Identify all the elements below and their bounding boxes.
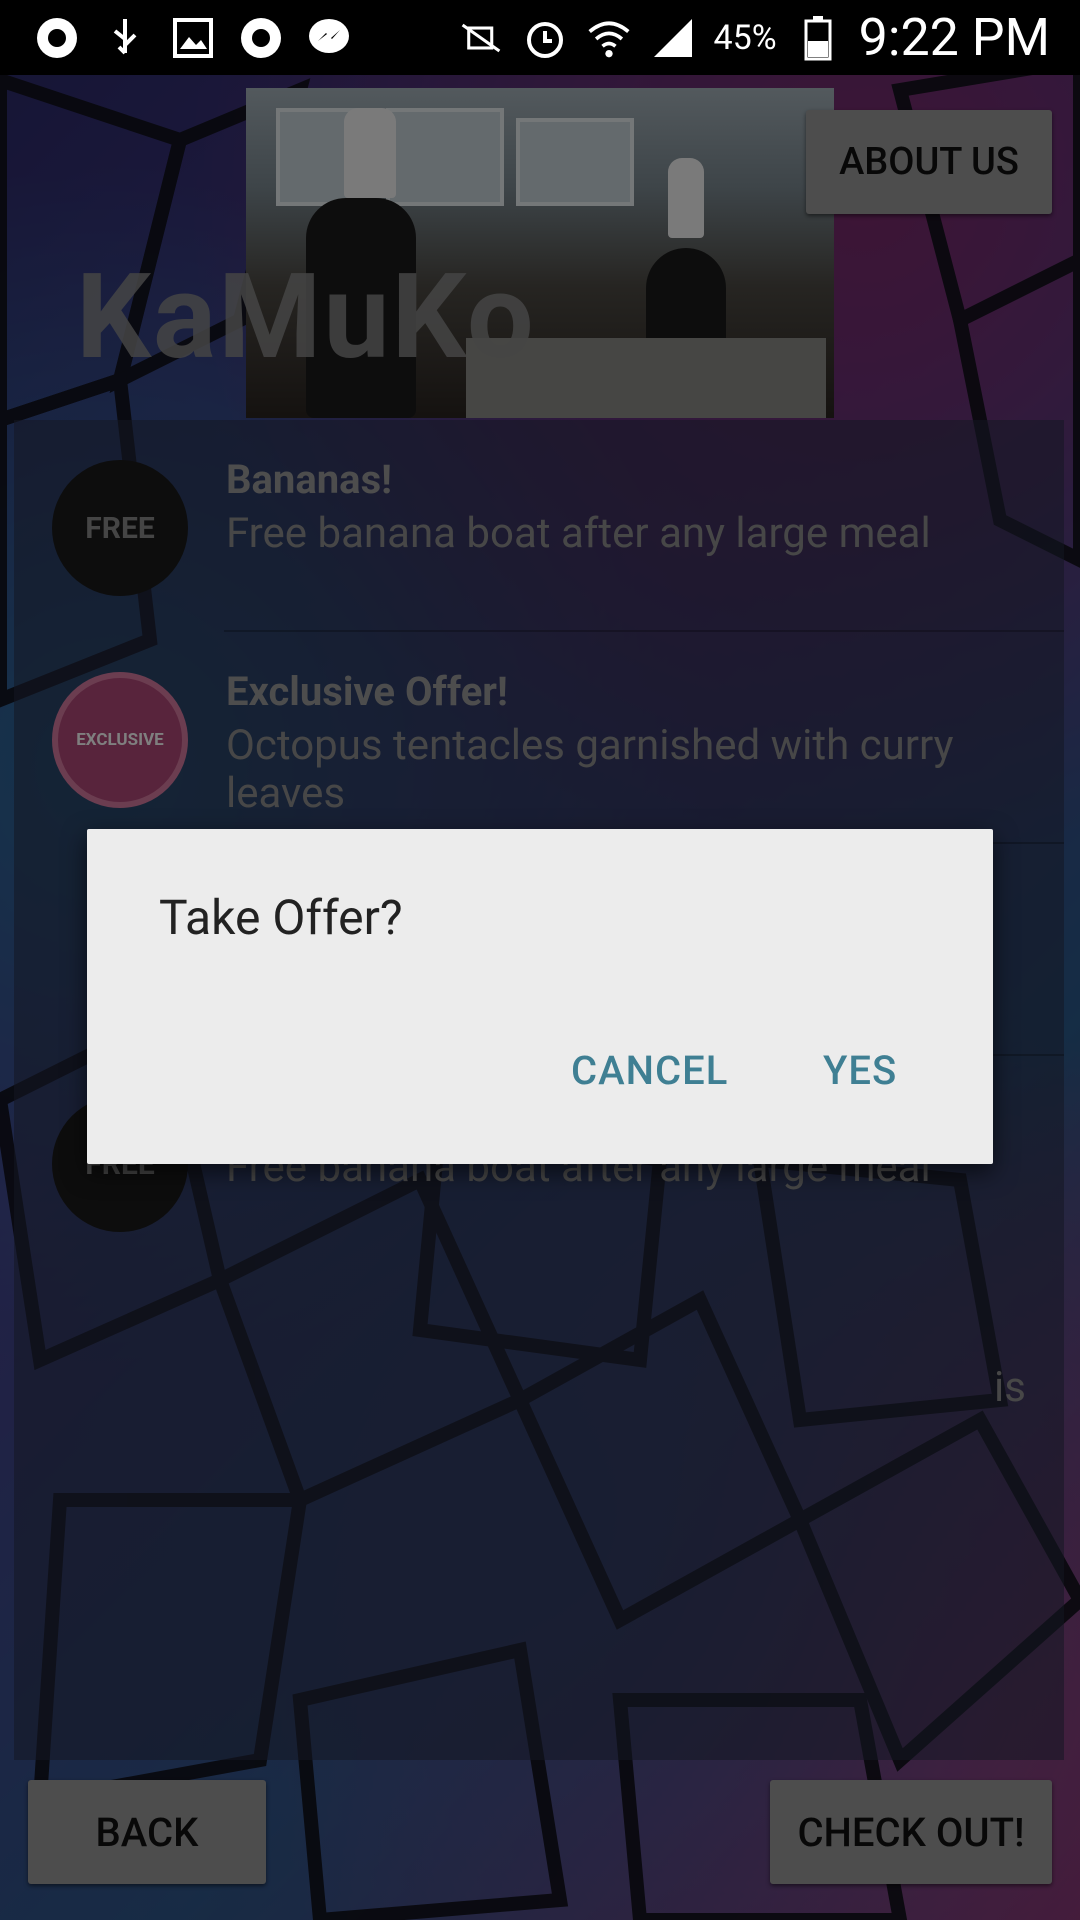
signal-icon — [650, 15, 696, 61]
status-bar-notifications — [0, 15, 352, 61]
battery-icon — [795, 15, 841, 61]
yes-button[interactable]: YES — [811, 1039, 909, 1102]
status-bar-system: 45% 9:22 PM — [458, 7, 1080, 68]
app-circle-icon — [238, 15, 284, 61]
status-bar: 45% 9:22 PM — [0, 0, 1080, 75]
usb-icon — [102, 15, 148, 61]
wifi-icon — [586, 15, 632, 61]
take-offer-dialog: Take Offer? CANCEL YES — [87, 829, 993, 1164]
battery-percentage: 45% — [713, 17, 777, 58]
cancel-button[interactable]: CANCEL — [559, 1039, 740, 1102]
mute-icon — [458, 15, 504, 61]
dialog-title: Take Offer? — [159, 889, 403, 946]
clock: 9:22 PM — [858, 7, 1050, 68]
app-circle-icon — [34, 15, 80, 61]
messenger-icon — [306, 15, 352, 61]
gallery-icon — [170, 15, 216, 61]
alarm-icon — [522, 15, 568, 61]
